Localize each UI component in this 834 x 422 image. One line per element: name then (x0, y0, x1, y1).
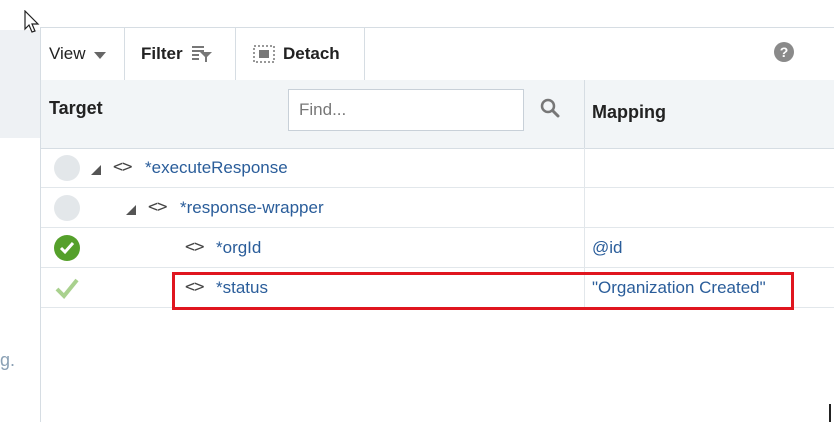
mapper-panel: View Filter Detach ? Target Find... Mapp… (40, 28, 834, 422)
checkmark-icon (54, 235, 80, 261)
find-input[interactable] (288, 89, 524, 131)
filter-icon (191, 45, 213, 63)
left-panel-strip (0, 30, 40, 138)
filter-label: Filter (141, 44, 183, 63)
toolbar-divider (364, 28, 365, 80)
checkmark-icon (54, 277, 80, 304)
tree-node-label[interactable]: *orgId (216, 238, 261, 258)
column-divider (584, 228, 585, 268)
status-empty-icon (54, 195, 80, 221)
element-code-icon: <> (185, 237, 205, 257)
text-cursor (829, 404, 831, 422)
filter-button[interactable]: Filter (141, 28, 213, 80)
tree-row-response-wrapper[interactable]: <> *response-wrapper (41, 188, 834, 228)
view-label: View (49, 44, 86, 63)
collapse-triangle-icon[interactable] (126, 202, 136, 220)
toolbar-divider (235, 28, 236, 80)
column-divider (584, 268, 585, 308)
column-divider (584, 188, 585, 228)
tree-node-label[interactable]: *response-wrapper (180, 198, 324, 218)
column-divider (584, 80, 585, 148)
element-code-icon: <> (113, 157, 133, 177)
element-code-icon: <> (148, 197, 168, 217)
detach-button[interactable]: Detach (253, 28, 340, 80)
tree-row-status[interactable]: <> *status "Organization Created" (41, 268, 834, 308)
mapping-value[interactable]: @id (592, 238, 623, 258)
element-code-icon: <> (185, 277, 205, 297)
tree-node-label[interactable]: *executeResponse (145, 158, 288, 178)
tree-header: Target Mapping (41, 80, 834, 149)
mapping-value[interactable]: "Organization Created" (592, 278, 766, 298)
view-menu-button[interactable]: View (49, 28, 106, 80)
toolbar: View Filter Detach ? (41, 28, 834, 81)
detach-icon (253, 44, 275, 64)
search-icon[interactable] (540, 98, 560, 123)
tree-row-executeResponse[interactable]: <> *executeResponse (41, 148, 834, 188)
chevron-down-icon (93, 51, 106, 59)
mouse-cursor-icon (24, 9, 40, 39)
collapse-triangle-icon[interactable] (91, 162, 101, 180)
help-icon[interactable]: ? (774, 42, 794, 62)
tree-node-label[interactable]: *status (216, 278, 268, 298)
column-divider (584, 148, 585, 188)
tree-row-orgId[interactable]: <> *orgId @id (41, 228, 834, 268)
mapping-column-header: Mapping (592, 102, 666, 122)
left-panel-text-fragment: g. (0, 350, 16, 370)
target-column-header: Target (49, 98, 103, 118)
detach-label: Detach (283, 44, 340, 63)
toolbar-divider (124, 28, 125, 80)
status-empty-icon (54, 155, 80, 181)
